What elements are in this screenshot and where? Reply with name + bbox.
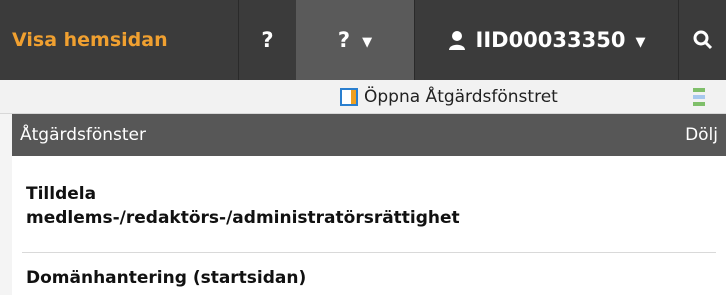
layout-toggle-icon[interactable] [693,88,705,106]
left-gutter [0,114,12,295]
user-id-label: IID00033350 [475,28,626,52]
help-menu-dropdown[interactable]: ? ▼ [296,0,414,80]
action-panel-icon [340,88,358,106]
view-homepage-link[interactable]: Visa hemsidan [0,0,238,80]
help-menu-icon: ? [337,28,351,52]
action-assign-rights-link[interactable]: Tilldela medlems-/redaktörs-/administrat… [26,182,506,230]
action-panel-body: Tilldela medlems-/redaktörs-/administrat… [12,156,726,295]
search-button[interactable] [678,0,726,80]
divider [22,252,716,253]
open-action-panel-label: Öppna Åtgärdsfönstret [364,87,558,107]
chevron-down-icon: ▼ [635,34,646,50]
user-menu-dropdown[interactable]: IID00033350 ▼ [414,0,678,80]
chevron-down-icon: ▼ [362,34,373,50]
hide-panel-link[interactable]: Dölj [685,125,718,145]
search-icon [693,30,712,50]
action-panel-title: Åtgärdsfönster [20,125,146,145]
action-domain-management-link[interactable]: Domänhantering (startsidan) [26,266,626,290]
top-navigation-bar: Visa hemsidan ? ? ▼ IID00033350 ▼ [0,0,726,80]
open-action-panel-button[interactable]: Öppna Åtgärdsfönstret [340,83,558,111]
view-homepage-label: Visa hemsidan [12,29,168,51]
help-icon: ? [261,28,274,52]
secondary-toolbar: Öppna Åtgärdsfönstret [0,80,726,114]
action-panel-header: Åtgärdsfönster Dölj [12,114,726,156]
user-icon [448,31,465,50]
help-button[interactable]: ? [238,0,296,80]
